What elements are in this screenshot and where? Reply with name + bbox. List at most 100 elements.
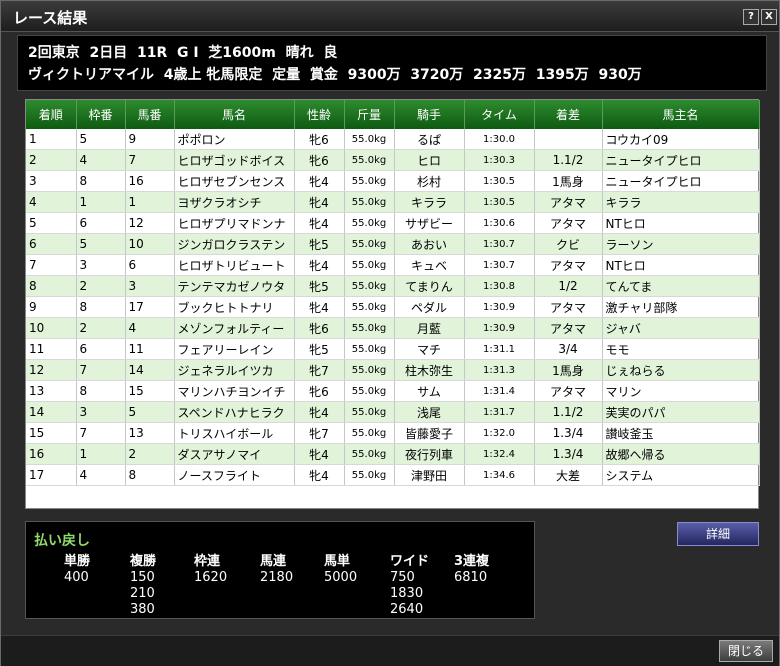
table-cell: てまりん <box>394 275 465 297</box>
table-cell <box>602 486 759 507</box>
table-row[interactable]: 13 8 15 マリンハチヨンイチ 牝6 55.0kg サム 1:31.4 アタマ マリン <box>26 380 760 402</box>
table-cell: トリスハイボール <box>174 422 295 444</box>
payout-column: 馬単 5000 <box>324 550 357 586</box>
column-header[interactable]: 馬名 <box>174 100 295 129</box>
table-row[interactable]: 16 1 2 ダスアサノマイ 牝4 55.0kg 夜行列車 1:32.4 1.3/4 故郷へ帰る <box>26 443 760 465</box>
window-title: レース結果 <box>13 9 88 27</box>
title-bar[interactable]: レース結果 ? X <box>1 1 779 32</box>
table-cell: 柱木弥生 <box>394 359 465 381</box>
table-cell: メゾンフォルティー <box>174 317 295 339</box>
table-cell: ラーソン <box>602 233 760 255</box>
column-header[interactable]: 着差 <box>534 100 603 129</box>
table-row[interactable]: 17 4 8 ノースフライト 牝4 55.0kg 津野田 1:34.6 大差 システム <box>26 464 760 486</box>
table-cell: 牝6 <box>294 317 345 339</box>
window-close-button[interactable]: X <box>761 9 777 25</box>
table-cell: 牝4 <box>294 401 345 423</box>
table-cell: 1:30.9 <box>464 296 535 318</box>
table-row[interactable]: 8 2 3 テンテマカゼノウタ 牝5 55.0kg てまりん 1:30.8 1/2 てんてま <box>26 275 760 297</box>
table-row[interactable]: 11 6 11 フェアリーレイン 牝5 55.0kg マチ 1:31.1 3/4 モモ <box>26 338 760 360</box>
table-cell: 皆藤愛子 <box>394 422 465 444</box>
column-header[interactable]: 性齢 <box>294 100 345 129</box>
table-row[interactable]: 6 5 10 ジンガロクラステン 牝5 55.0kg あおい 1:30.7 クビ ラーソン <box>26 233 760 255</box>
table-row[interactable]: 5 6 12 ヒロザプリマドンナ 牝4 55.0kg サザビー 1:30.6 アタマ NTヒロ <box>26 212 760 234</box>
table-cell: 1.1/2 <box>534 401 603 423</box>
table-cell: 5 <box>26 212 77 234</box>
table-cell: 4 <box>26 191 77 213</box>
payout-column: 馬連 2180 <box>260 550 293 586</box>
table-cell <box>125 486 174 507</box>
table-cell: コウカイ09 <box>602 129 760 150</box>
table-cell: 1:32.0 <box>464 422 535 444</box>
table-cell: 牝4 <box>294 191 345 213</box>
table-cell: アタマ <box>534 191 603 213</box>
table-row[interactable]: 10 2 4 メゾンフォルティー 牝6 55.0kg 月藍 1:30.9 アタマ ジャバ <box>26 317 760 339</box>
table-cell: 16 <box>26 443 77 465</box>
table-cell: 3 <box>76 254 126 276</box>
table-cell: 11 <box>26 338 77 360</box>
detail-button[interactable]: 詳細 <box>677 522 759 546</box>
table-cell: NTヒロ <box>602 254 760 276</box>
table-cell: 6 <box>76 338 126 360</box>
table-cell: アタマ <box>534 317 603 339</box>
table-cell: 13 <box>26 380 77 402</box>
payout-value: 150 <box>130 570 155 585</box>
table-cell: 1:30.5 <box>464 170 535 192</box>
table-cell: 8 <box>125 464 175 486</box>
table-cell: 2 <box>76 275 126 297</box>
table-row[interactable]: 4 1 1 ヨザクラオシチ 牝4 55.0kg キララ 1:30.5 アタマ キララ <box>26 191 760 213</box>
column-header[interactable]: タイム <box>464 100 535 129</box>
column-header[interactable]: 馬番 <box>125 100 175 129</box>
table-cell: アタマ <box>534 380 603 402</box>
table-cell: 月藍 <box>394 317 465 339</box>
table-row[interactable]: 1 5 9 ポポロン 牝6 55.0kg るぱ 1:30.0 コウカイ09 <box>26 129 760 150</box>
table-cell: スペンドハナヒラク <box>174 401 295 423</box>
table-cell: 55.0kg <box>344 317 395 339</box>
column-header[interactable]: 枠番 <box>76 100 126 129</box>
table-row[interactable]: 12 7 14 ジェネラルイツカ 牝7 55.0kg 柱木弥生 1:31.3 1馬身 じぇねらる <box>26 359 760 381</box>
table-cell: マリン <box>602 380 760 402</box>
result-table-container[interactable]: 着順 枠番 馬番 馬名 性齢 斤量 騎手 タイム 着差 馬主名 1 5 9 ポポロン 牝6 55.0kg るぱ… <box>25 99 760 509</box>
table-cell: 55.0kg <box>344 338 395 360</box>
table-cell: 1 <box>26 129 77 150</box>
help-button[interactable]: ? <box>743 9 759 25</box>
table-cell: 2 <box>76 317 126 339</box>
table-cell: 8 <box>76 296 126 318</box>
column-header[interactable]: 着順 <box>26 100 77 129</box>
payout-value: 2640 <box>390 602 424 617</box>
table-cell: 1 <box>76 443 126 465</box>
table-header-row: 着順 枠番 馬番 馬名 性齢 斤量 騎手 タイム 着差 馬主名 <box>26 100 760 129</box>
payout-label: ワイド <box>390 554 430 569</box>
table-cell: 6 <box>76 212 126 234</box>
table-row[interactable]: 3 8 16 ヒロザセブンセンス 牝4 55.0kg 杉村 1:30.5 1馬身 ニュータイプヒロ <box>26 170 760 192</box>
table-cell: 2 <box>125 443 175 465</box>
table-cell: 8 <box>76 170 126 192</box>
table-row[interactable]: 15 7 13 トリスハイボール 牝7 55.0kg 皆藤愛子 1:32.0 1.3/4 讃岐釜玉 <box>26 422 760 444</box>
column-header[interactable]: 斤量 <box>344 100 395 129</box>
table-cell: 1:30.5 <box>464 191 535 213</box>
column-header[interactable]: 騎手 <box>394 100 465 129</box>
table-cell: 4 <box>76 464 126 486</box>
table-row[interactable]: 9 8 17 ブックヒトトナリ 牝4 55.0kg ペダル 1:30.9 アタマ 激チャリ部隊 <box>26 296 760 318</box>
table-cell: フェアリーレイン <box>174 338 295 360</box>
table-cell: 牝6 <box>294 129 345 150</box>
table-row[interactable]: 14 3 5 スペンドハナヒラク 牝4 55.0kg 浅尾 1:31.7 1.1/2 芙実のパパ <box>26 401 760 423</box>
table-cell: 1.1/2 <box>534 149 603 171</box>
table-cell: 11 <box>125 338 175 360</box>
column-header[interactable]: 馬主名 <box>602 100 760 129</box>
table-row[interactable]: 2 4 7 ヒロザゴッドボイス 牝6 55.0kg ヒロ 1:30.3 1.1/2 ニュータイプヒ… <box>26 149 760 171</box>
table-cell: 10 <box>125 233 175 255</box>
table-cell: 8 <box>76 380 126 402</box>
table-cell: じぇねらる <box>602 359 760 381</box>
table-cell: 1:32.4 <box>464 443 535 465</box>
race-info-line2: ヴィクトリアマイル 4歳上 牝馬限定 定量 賞金 9300万 3720万 232… <box>28 67 642 83</box>
table-cell: アタマ <box>534 296 603 318</box>
payout-label: 馬連 <box>260 554 287 569</box>
close-button[interactable]: 閉じる <box>719 640 773 662</box>
table-cell <box>394 486 464 507</box>
table-cell: 牝5 <box>294 338 345 360</box>
table-cell: 55.0kg <box>344 149 395 171</box>
table-cell: 1 <box>76 191 126 213</box>
table-cell: 6 <box>125 254 175 276</box>
table-cell: 1:30.7 <box>464 233 535 255</box>
table-row[interactable]: 7 3 6 ヒロザトリビュート 牝4 55.0kg キュベ 1:30.7 アタマ NTヒロ <box>26 254 760 276</box>
